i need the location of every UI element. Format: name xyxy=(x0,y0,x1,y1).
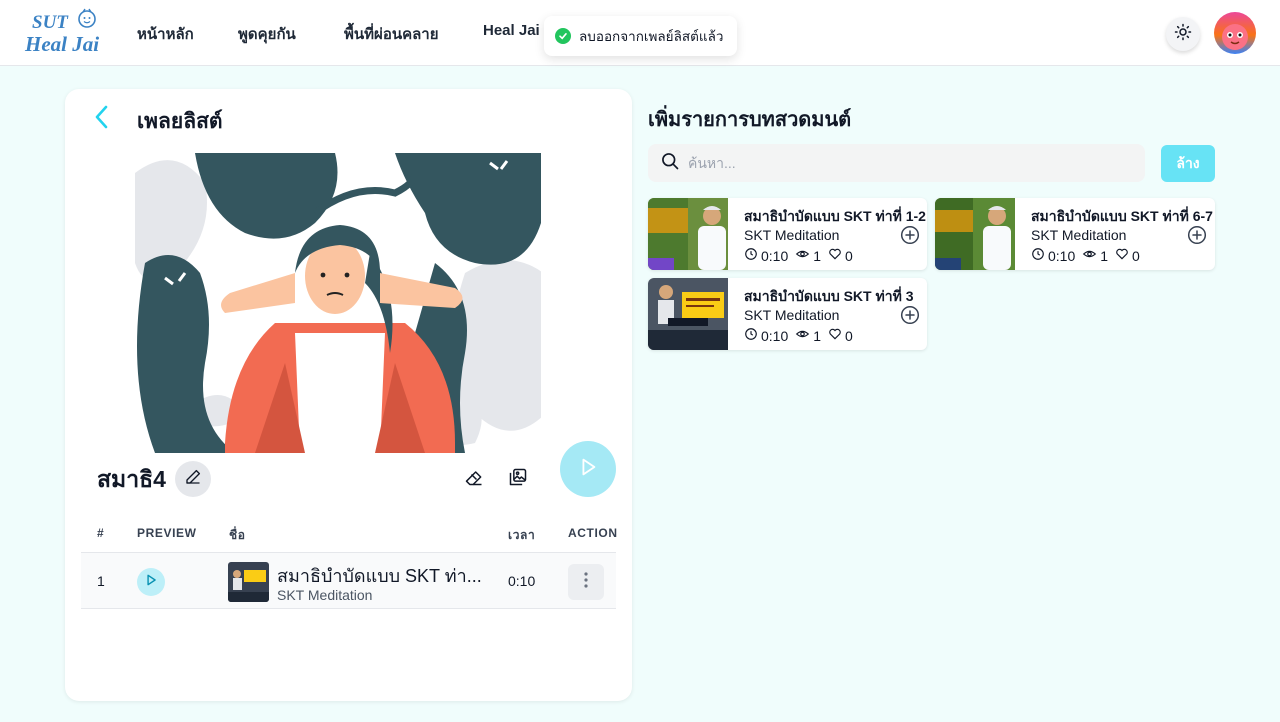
meditation-card[interactable]: สมาธิบำบัดแบบ SKT ท่าที่ 6-7 SKT Meditat… xyxy=(935,198,1215,270)
add-items-title: เพิ่มรายการบทสวดมนต์ xyxy=(648,109,852,131)
search-box xyxy=(648,144,1145,182)
row-thumbnail xyxy=(228,562,269,602)
row-preview-play-button[interactable] xyxy=(137,568,165,596)
toast-notification: ลบออกจากเพลย์ลิสต์แล้ว xyxy=(544,16,737,56)
toast-message: ลบออกจากเพลย์ลิสต์แล้ว xyxy=(579,29,724,44)
search-input[interactable] xyxy=(688,155,1128,171)
panel-title: เพลยลิสต์ xyxy=(137,110,223,133)
card-subtitle: SKT Meditation xyxy=(744,307,840,323)
pencil-icon xyxy=(184,468,202,491)
card-thumbnail xyxy=(935,198,1015,270)
card-likes: 0 xyxy=(845,247,853,264)
card-views: 1 xyxy=(813,247,822,264)
change-cover-button[interactable] xyxy=(505,466,531,492)
meditation-card[interactable]: สมาธิบำบัดแบบ SKT ท่าที่ 1-2 SKT Meditat… xyxy=(648,198,927,270)
row-time: 0:10 xyxy=(508,573,536,589)
card-thumbnail xyxy=(648,278,728,350)
col-name: ชื่อ xyxy=(229,528,246,542)
theme-toggle-button[interactable] xyxy=(1166,17,1200,51)
card-stats: 0:10 1 0 xyxy=(1031,247,1147,264)
card-title: สมาธิบำบัดแบบ SKT ท่าที่ 6-7 xyxy=(1031,208,1213,224)
card-stats: 0:10 1 0 xyxy=(744,247,860,264)
search-icon xyxy=(660,151,680,176)
svg-text:Heal Jai: Heal Jai xyxy=(24,32,99,56)
nav-home[interactable]: หน้าหลัก xyxy=(137,22,194,46)
meditation-card[interactable]: สมาธิบำบัดแบบ SKT ท่าที่ 3 SKT Meditatio… xyxy=(648,278,927,350)
card-views: 1 xyxy=(813,327,822,344)
edit-name-button[interactable] xyxy=(175,461,211,497)
play-icon xyxy=(144,573,158,592)
card-subtitle: SKT Meditation xyxy=(1031,227,1127,243)
heart-icon xyxy=(828,247,842,264)
card-stats: 0:10 1 0 xyxy=(744,327,860,344)
image-gallery-icon xyxy=(508,467,528,492)
card-subtitle: SKT Meditation xyxy=(744,227,840,243)
col-preview: PREVIEW xyxy=(137,526,197,540)
clear-search-button[interactable]: ล้าง xyxy=(1161,145,1215,182)
table-header: # PREVIEW ชื่อ เวลา ACTION xyxy=(81,517,618,553)
add-to-playlist-icon[interactable] xyxy=(900,225,920,245)
card-views: 1 xyxy=(1100,247,1109,264)
card-duration: 0:10 xyxy=(761,247,789,264)
chevron-left-icon xyxy=(91,105,113,135)
playlist-panel: เพลยลิสต์ สมาธิ4 # PREVIEW ชื่อ เวลา ACT… xyxy=(65,89,632,701)
col-time: เวลา xyxy=(508,528,536,542)
sun-icon xyxy=(1174,23,1192,46)
table-row[interactable]: 1 สมาธิบำบัดแบบ SKT ท่า... SKT Meditatio… xyxy=(81,553,616,609)
col-action: ACTION xyxy=(568,526,618,540)
eye-icon xyxy=(795,247,810,264)
card-title: สมาธิบำบัดแบบ SKT ท่าที่ 1-2 xyxy=(744,208,926,224)
clock-icon xyxy=(1031,247,1045,264)
row-subtitle: SKT Meditation xyxy=(277,587,373,603)
add-to-playlist-icon[interactable] xyxy=(1187,225,1207,245)
clock-icon xyxy=(744,247,758,264)
more-vertical-icon xyxy=(584,571,588,593)
eraser-icon xyxy=(464,467,484,492)
user-avatar[interactable] xyxy=(1214,12,1256,54)
back-button[interactable] xyxy=(91,103,113,131)
row-index: 1 xyxy=(97,573,105,589)
row-title: สมาธิบำบัดแบบ SKT ท่า... xyxy=(277,566,482,586)
card-thumbnail xyxy=(648,198,728,270)
nav-talk[interactable]: พูดคุยกัน xyxy=(238,22,296,46)
playlist-cover-image xyxy=(135,153,541,453)
nav-relax-space[interactable]: พื้นที่ผ่อนคลาย xyxy=(344,22,439,46)
clear-playlist-button[interactable] xyxy=(461,466,487,492)
play-all-button[interactable] xyxy=(560,441,616,497)
card-likes: 0 xyxy=(845,327,853,344)
add-to-playlist-icon[interactable] xyxy=(900,305,920,325)
row-action-menu-button[interactable] xyxy=(568,564,604,600)
col-index: # xyxy=(97,526,105,540)
card-likes: 0 xyxy=(1132,247,1140,264)
eye-icon xyxy=(795,327,810,344)
card-duration: 0:10 xyxy=(761,327,789,344)
sut-heal-jai-logo[interactable]: SUT Heal Jai xyxy=(24,8,100,58)
heart-icon xyxy=(1115,247,1129,264)
heart-icon xyxy=(828,327,842,344)
card-title: สมาธิบำบัดแบบ SKT ท่าที่ 3 xyxy=(744,288,914,304)
playlist-name: สมาธิ4 xyxy=(97,466,166,492)
svg-text:SUT: SUT xyxy=(32,12,69,33)
playlist-table: # PREVIEW ชื่อ เวลา ACTION 1 สมาธิบำบัดแ… xyxy=(81,517,618,609)
eye-icon xyxy=(1082,247,1097,264)
card-duration: 0:10 xyxy=(1048,247,1076,264)
success-check-icon xyxy=(555,28,571,44)
clock-icon xyxy=(744,327,758,344)
play-icon xyxy=(577,456,599,483)
